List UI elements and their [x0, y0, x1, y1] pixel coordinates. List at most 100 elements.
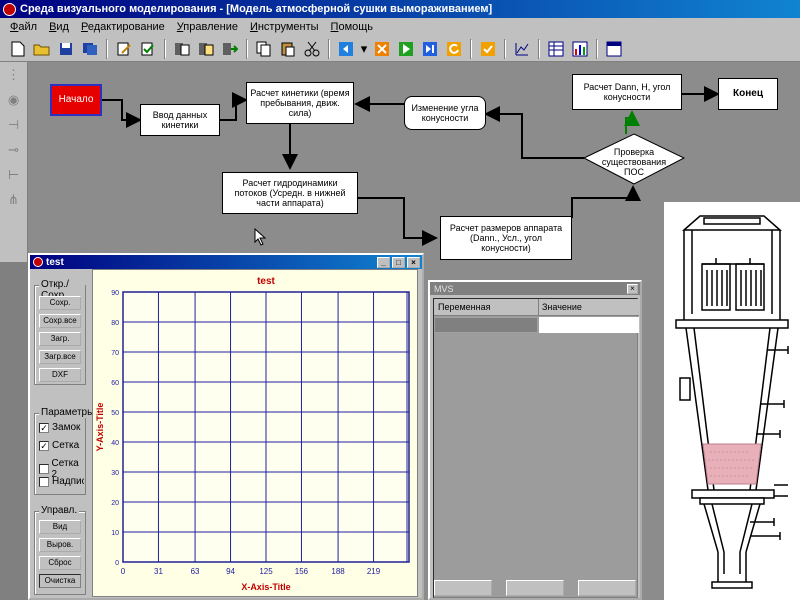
branch-tool-icon[interactable]: ⊸ [4, 142, 24, 162]
load-button[interactable]: Загр. [39, 332, 81, 346]
menu-control[interactable]: Управление [171, 21, 244, 33]
minimize-icon[interactable]: _ [377, 256, 390, 268]
calc-kinetics-node[interactable]: Расчет кинетики (время пребывания, движ.… [246, 82, 354, 124]
column-variable[interactable]: Переменная [438, 302, 491, 312]
menu-edit[interactable]: Редактирование [75, 21, 171, 33]
calc-dann-node[interactable]: Расчет Dann, H, угол конусности [572, 74, 682, 110]
app-icon [33, 257, 43, 267]
y-tick-label: 50 [111, 410, 119, 417]
grid-checkbox[interactable]: ✓ Сетка [39, 440, 79, 451]
toolbar-separator [596, 38, 598, 59]
y-axis-label: Y-Axis-Title [95, 403, 105, 452]
checkbox-box[interactable]: ✓ [39, 440, 49, 451]
cut-icon[interactable] [302, 39, 322, 59]
control-group: Управл. Вид Выров. Сброс Очистка [34, 505, 86, 595]
save-all-button[interactable]: Сохр.все [39, 314, 81, 328]
check-pos-node[interactable]: Проверка существования ПОС [592, 147, 676, 177]
export-block-icon[interactable] [220, 39, 240, 59]
start-node[interactable]: Начало [50, 84, 102, 116]
properties-icon[interactable] [138, 39, 158, 59]
column-value[interactable]: Значение [542, 302, 582, 312]
window-icon[interactable] [604, 39, 624, 59]
open-folder-icon[interactable] [32, 39, 52, 59]
lock-checkbox[interactable]: ✓ Замок [39, 422, 80, 433]
y-tick-label: 60 [111, 380, 119, 387]
paste-icon[interactable] [278, 39, 298, 59]
save-button[interactable]: Сохр. [39, 296, 81, 310]
save-all-icon[interactable] [80, 39, 100, 59]
save-icon[interactable] [56, 39, 76, 59]
change-angle-node[interactable]: Изменение угла конусности [404, 96, 486, 130]
toolbar-separator [246, 38, 248, 59]
mvs-bottom-button-1[interactable] [434, 580, 492, 596]
variables-grid[interactable]: Переменная Значение [433, 298, 639, 598]
y-tick-label: 20 [111, 500, 119, 507]
x-tick-label: 31 [154, 567, 163, 576]
block-tool-icon[interactable]: ◉ [4, 92, 24, 112]
align-button[interactable]: Выров. [39, 538, 81, 552]
variable-cell[interactable] [434, 317, 538, 333]
toolbar-separator [106, 38, 108, 59]
chart-icon[interactable] [570, 39, 590, 59]
graph-window-titlebar: test _ □ × [30, 255, 422, 269]
grid-header: Переменная Значение [434, 299, 639, 316]
end-node[interactable]: Конец [718, 78, 778, 110]
toolbar-separator [164, 38, 166, 59]
dxf-button[interactable]: DXF [39, 368, 81, 382]
close-icon[interactable]: × [627, 283, 638, 294]
copy-block-icon[interactable] [172, 39, 192, 59]
x-tick-label: 63 [191, 567, 200, 576]
tool-strip: ⋮ ◉ ⊣ ⊸ ⊢ ⋔ [0, 62, 28, 262]
menu-view[interactable]: Вид [43, 21, 75, 33]
freeze-dryer-drawing [675, 215, 789, 589]
dropdown-icon[interactable]: ▾ [360, 39, 368, 59]
menu-file[interactable]: Файл [4, 21, 43, 33]
new-file-icon[interactable] [8, 39, 28, 59]
reset-button[interactable]: Сброс [39, 556, 81, 570]
checkbox-box[interactable] [39, 464, 49, 474]
view-button[interactable]: Вид [39, 520, 81, 534]
toolbar-separator [538, 38, 540, 59]
split-tool-icon[interactable]: ⋔ [4, 192, 24, 212]
pointer-tool-icon[interactable]: ⋮ [4, 67, 24, 87]
graph-tool-icon[interactable] [512, 39, 532, 59]
connector-tool-icon[interactable]: ⊣ [4, 117, 24, 137]
table-icon[interactable] [546, 39, 566, 59]
mvs-bottom-button-3[interactable] [578, 580, 636, 596]
x-tick-label: 156 [295, 567, 309, 576]
step-icon[interactable] [420, 39, 440, 59]
y-tick-label: 90 [111, 290, 119, 297]
control-group-label: Управл. [39, 505, 80, 516]
calc-sizes-node[interactable]: Расчет размеров аппарата (Dann., Усл., у… [440, 216, 572, 260]
close-icon[interactable]: × [407, 256, 420, 268]
check-icon[interactable] [478, 39, 498, 59]
checkbox-box[interactable]: ✓ [39, 422, 49, 433]
mvs-bottom-button-2[interactable] [506, 580, 564, 596]
run-icon[interactable] [396, 39, 416, 59]
chart-svg: 0 31 63 94 125 156 188 219 0 10 20 30 40 50 60 70 80 90 te… [95, 276, 410, 592]
paste-block-icon[interactable] [196, 39, 216, 59]
column-divider[interactable] [538, 299, 539, 316]
labels-checkbox[interactable]: Надписи [39, 476, 84, 487]
x-tick-label: 94 [226, 567, 235, 576]
input-kinetics-node[interactable]: Ввод данных кинетики [140, 104, 220, 136]
value-cell[interactable] [539, 317, 639, 333]
stop-icon[interactable] [372, 39, 392, 59]
clear-button[interactable]: Очистка [39, 574, 81, 588]
checkbox-box[interactable] [39, 476, 49, 487]
load-all-button[interactable]: Загр.все [39, 350, 81, 364]
x-tick-label: 188 [331, 567, 345, 576]
move-left-icon[interactable] [336, 39, 356, 59]
x-axis-label: X-Axis-Title [241, 582, 290, 592]
table-row[interactable] [434, 317, 639, 333]
reset-icon[interactable] [444, 39, 464, 59]
menu-tools[interactable]: Инструменты [244, 21, 325, 33]
link-tool-icon[interactable]: ⊢ [4, 167, 24, 187]
x-tick-label: 219 [367, 567, 381, 576]
menu-help[interactable]: Помощь [325, 21, 380, 33]
maximize-icon[interactable]: □ [392, 256, 405, 268]
edit-icon[interactable] [114, 39, 134, 59]
y-tick-label: 10 [111, 530, 119, 537]
copy-icon[interactable] [254, 39, 274, 59]
calc-hydro-node[interactable]: Расчет гидродинамики потоков (Усредн. в … [222, 172, 358, 214]
